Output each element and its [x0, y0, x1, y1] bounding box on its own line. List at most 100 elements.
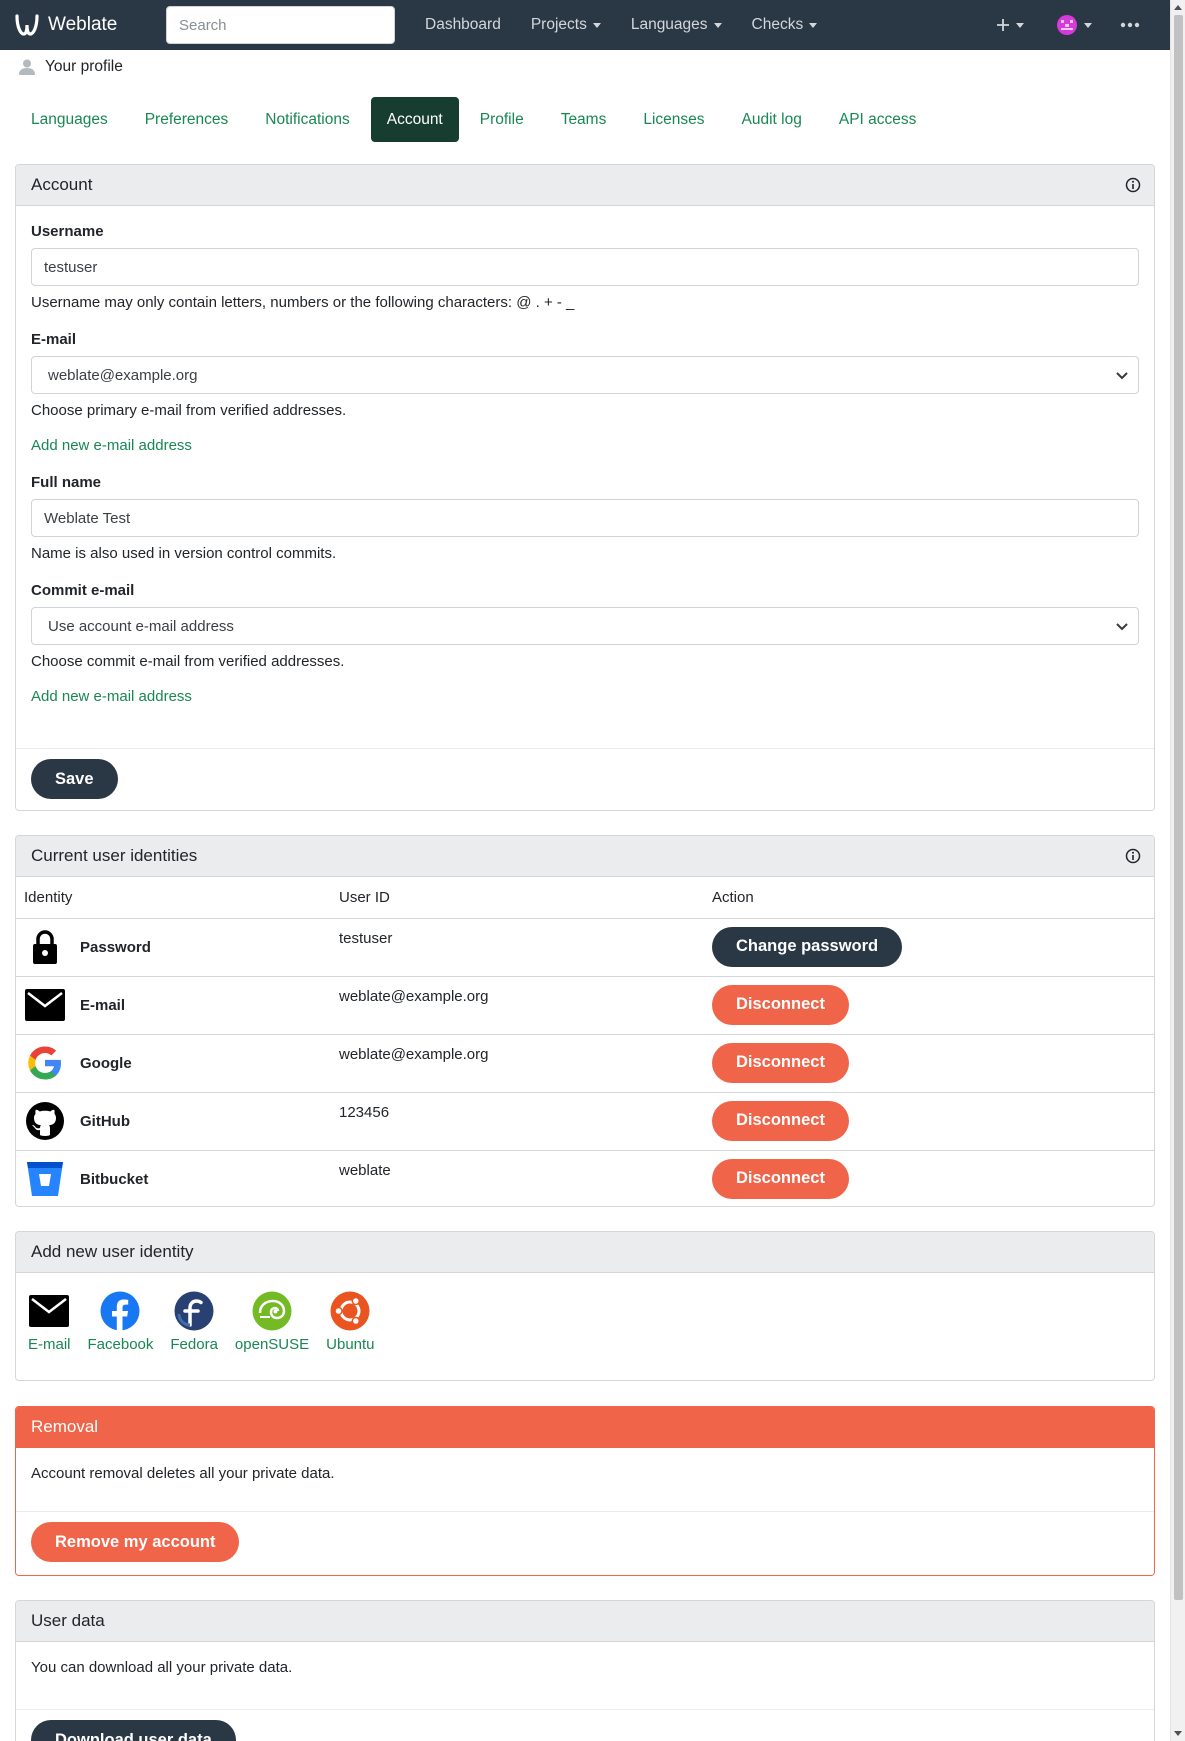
user-id-value: testuser [331, 918, 704, 977]
save-button[interactable]: Save [31, 759, 118, 799]
add-menu-button[interactable] [996, 14, 1024, 36]
email-select-value: weblate@example.org [48, 366, 198, 384]
user-data-panel: User data You can download all your priv… [15, 1600, 1155, 1741]
breadcrumb: Your profile [18, 58, 123, 76]
scrollbar-thumb[interactable] [1174, 15, 1183, 1600]
ubuntu-icon [330, 1291, 370, 1331]
commit-email-select[interactable]: Use account e-mail address [31, 607, 1139, 645]
scroll-down-arrow-icon[interactable] [1174, 1731, 1182, 1736]
nav-checks[interactable]: Checks [737, 16, 833, 34]
username-field[interactable]: testuser [31, 248, 1139, 286]
user-id-value: weblate [339, 1161, 391, 1179]
opensuse-icon [252, 1291, 292, 1331]
column-header-action: Action [704, 877, 1154, 919]
disconnect-email-button[interactable]: Disconnect [712, 984, 849, 1025]
provider-email[interactable]: E-mail [28, 1290, 71, 1353]
username-label: Username [31, 223, 104, 240]
identity-name: E-mail [80, 996, 126, 1014]
identity-name: GitHub [80, 1112, 130, 1130]
disconnect-github-button[interactable]: Disconnect [712, 1100, 849, 1141]
nav-projects[interactable]: Projects [516, 16, 616, 34]
more-menu-button[interactable] [1120, 14, 1140, 36]
chevron-down-icon [1116, 623, 1128, 631]
nav-projects-label: Projects [530, 16, 587, 33]
user-menu-button[interactable] [1056, 14, 1092, 36]
commit-email-help: Choose commit e-mail from verified addre… [31, 653, 345, 670]
fullname-help: Name is also used in version control com… [31, 545, 337, 562]
tab-audit-log[interactable]: Audit log [726, 97, 818, 142]
add-identity-panel-heading: Add new user identity [16, 1232, 1154, 1273]
caret-down-icon [809, 22, 818, 28]
provider-label: Ubuntu [326, 1336, 375, 1353]
email-label: E-mail [31, 331, 77, 348]
info-icon[interactable] [1125, 848, 1141, 864]
provider-label: openSUSE [234, 1336, 310, 1353]
google-icon [28, 1046, 61, 1080]
add-email-link[interactable]: Add new e-mail address [31, 437, 192, 454]
brand-name: Weblate [48, 14, 118, 35]
user-data-text: You can download all your private data. [31, 1659, 293, 1676]
tab-preferences[interactable]: Preferences [129, 97, 245, 142]
column-header-user-id: User ID [331, 877, 704, 919]
caret-down-icon [592, 22, 601, 28]
identities-panel: Current user identities Identity User ID… [15, 835, 1155, 1207]
table-row: E-mail weblate@example.org Disconnect [16, 976, 1154, 1035]
email-select[interactable]: weblate@example.org [31, 356, 1139, 394]
envelope-icon [25, 989, 65, 1021]
column-header-identity: Identity [16, 877, 331, 919]
page-scrollbar[interactable] [1170, 0, 1185, 1741]
scroll-up-arrow-icon[interactable] [1174, 5, 1182, 10]
tab-api-access[interactable]: API access [823, 97, 933, 142]
nav-dashboard[interactable]: Dashboard [410, 16, 516, 34]
caret-down-icon [1084, 22, 1092, 28]
bitbucket-icon [27, 1162, 63, 1196]
github-icon [26, 1102, 64, 1140]
nav-languages-label: Languages [630, 16, 708, 33]
provider-fedora[interactable]: Fedora [170, 1290, 218, 1353]
identity-name: Bitbucket [80, 1170, 149, 1188]
tab-notifications[interactable]: Notifications [249, 97, 365, 142]
table-row: Google weblate@example.org Disconnect [16, 1034, 1154, 1093]
nav-dashboard-label: Dashboard [425, 16, 501, 33]
download-user-data-button[interactable]: Download user data [31, 1720, 236, 1741]
commit-email-select-value: Use account e-mail address [48, 617, 234, 635]
facebook-icon [100, 1291, 140, 1331]
chevron-down-icon [1116, 372, 1128, 380]
nav-languages[interactable]: Languages [616, 16, 737, 34]
tab-profile[interactable]: Profile [464, 97, 540, 142]
fullname-field[interactable]: Weblate Test [31, 499, 1139, 537]
weblate-logo-icon [15, 14, 39, 36]
provider-opensuse[interactable]: openSUSE [235, 1290, 309, 1353]
email-help: Choose primary e-mail from verified addr… [31, 402, 347, 419]
disconnect-google-button[interactable]: Disconnect [712, 1042, 849, 1083]
identities-panel-heading: Current user identities [16, 836, 1154, 877]
tab-licenses[interactable]: Licenses [627, 97, 720, 142]
account-panel-heading: Account [16, 165, 1154, 206]
provider-ubuntu[interactable]: Ubuntu [326, 1290, 375, 1353]
identities-table: Identity User ID Action Password testuse… [16, 877, 1154, 1206]
change-password-button[interactable]: Change password [712, 926, 903, 967]
add-commit-email-link[interactable]: Add new e-mail address [31, 688, 192, 705]
user-id-value: weblate@example.org [331, 976, 704, 1035]
provider-facebook[interactable]: Facebook [88, 1290, 153, 1353]
tab-account[interactable]: Account [370, 97, 459, 142]
nav-checks-label: Checks [751, 16, 804, 33]
provider-label: Fedora [170, 1336, 218, 1353]
search-input[interactable]: Search [166, 6, 395, 44]
brand[interactable]: Weblate [14, 14, 152, 36]
identity-name: Password [80, 938, 151, 956]
table-row: Password testuser Change password [16, 918, 1154, 977]
tab-teams[interactable]: Teams [545, 97, 623, 142]
caret-down-icon [1016, 22, 1024, 28]
caret-down-icon [713, 22, 722, 28]
username-help: Username may only contain letters, numbe… [31, 294, 575, 311]
info-icon[interactable] [1125, 177, 1141, 193]
removal-text: Account removal deletes all your private… [31, 1465, 335, 1482]
tab-languages[interactable]: Languages [15, 97, 124, 142]
remove-account-button[interactable]: Remove my account [31, 1522, 240, 1562]
identities-panel-title: Current user identities [31, 846, 198, 865]
disconnect-bitbucket-button[interactable]: Disconnect [712, 1158, 849, 1199]
breadcrumb-label: Your profile [45, 58, 123, 75]
identity-name: Google [80, 1054, 132, 1072]
user-data-panel-heading: User data [16, 1601, 1154, 1642]
